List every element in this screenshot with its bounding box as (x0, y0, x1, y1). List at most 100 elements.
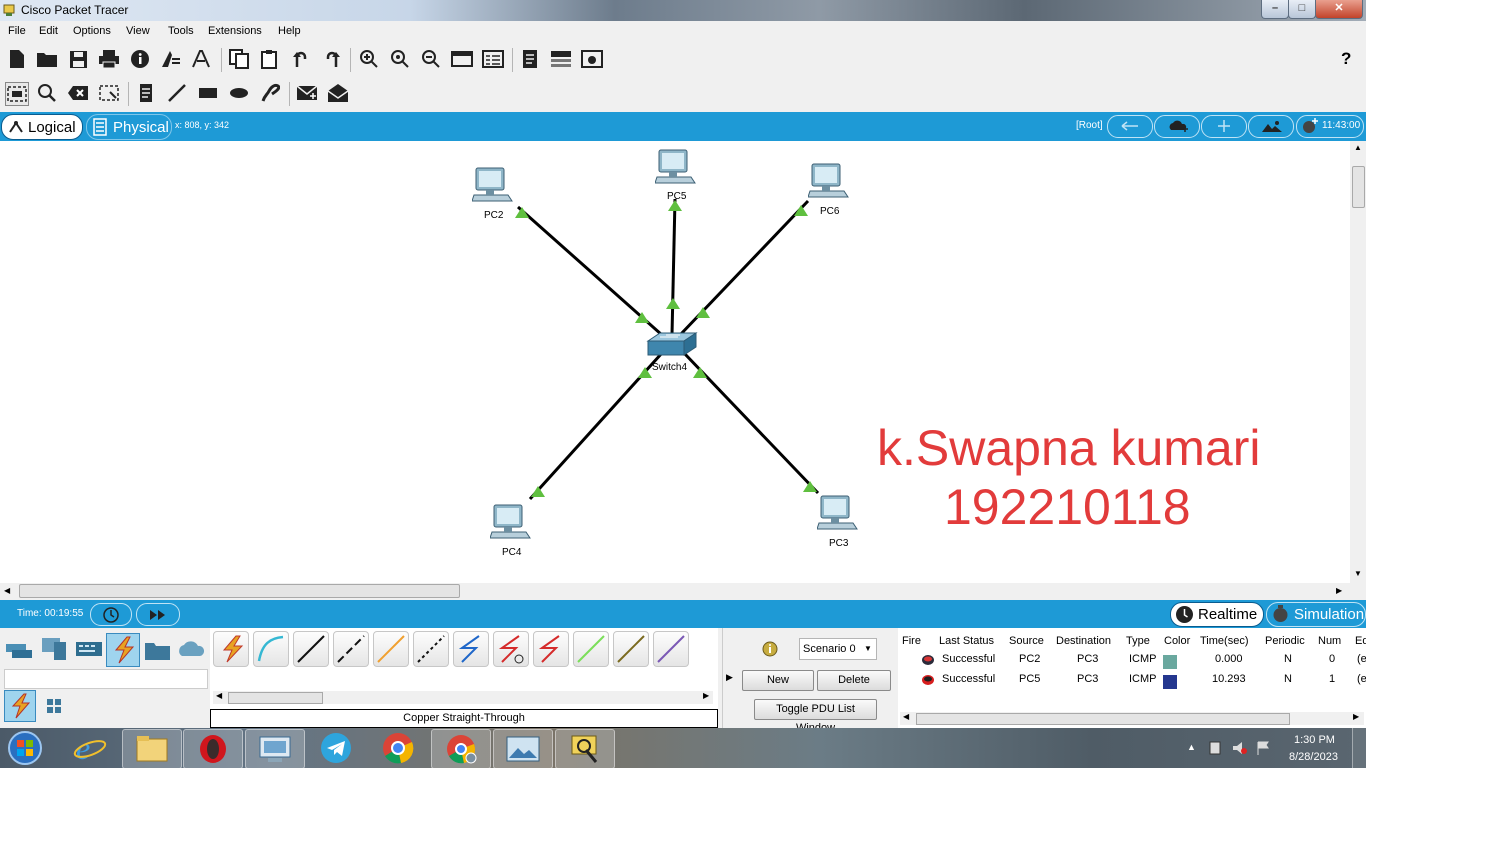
text-icon[interactable] (191, 48, 213, 70)
scroll-up-icon[interactable]: ▲ (1354, 143, 1362, 152)
connections-icon[interactable] (106, 633, 140, 667)
menu-options[interactable]: Options (73, 25, 111, 37)
end-devices-icon[interactable] (40, 634, 70, 664)
ellipse-icon[interactable] (228, 82, 250, 104)
components-icon[interactable] (74, 634, 104, 664)
console-cable-icon[interactable] (253, 631, 289, 667)
column-header[interactable]: Num (1318, 635, 1341, 647)
file-explorer-icon[interactable] (122, 729, 182, 768)
note-icon[interactable] (519, 48, 541, 70)
menu-edit[interactable]: Edit (39, 25, 58, 37)
column-header[interactable]: Color (1164, 635, 1190, 647)
phone-cable-icon[interactable] (413, 631, 449, 667)
straight-through-cable-icon[interactable] (293, 631, 329, 667)
switch-icon[interactable] (646, 331, 698, 359)
tab-physical[interactable]: Physical (86, 114, 172, 140)
print-icon[interactable] (98, 48, 120, 70)
scroll-left-icon[interactable]: ◀ (903, 712, 909, 721)
table-row[interactable]: Successful PC2 PC3 ICMP 0.000 N 0 (e (898, 650, 1366, 670)
scroll-right-icon[interactable]: ▶ (703, 691, 709, 700)
start-orb-icon[interactable] (6, 730, 44, 766)
vertical-scroll-thumb[interactable] (1352, 166, 1365, 208)
chrome-icon[interactable] (369, 729, 427, 767)
telegram-icon[interactable] (307, 729, 365, 767)
tab-logical[interactable]: Logical (1, 114, 83, 140)
column-header[interactable]: Time(sec) (1200, 635, 1248, 647)
fire-icon[interactable] (921, 654, 935, 666)
scroll-down-icon[interactable]: ▼ (1354, 569, 1362, 578)
edit-cell[interactable]: (e (1357, 673, 1366, 685)
horizontal-scrollbar[interactable]: ◀ ▶ (0, 583, 1350, 599)
vertical-scrollbar[interactable]: ▲ ▼ (1350, 141, 1366, 583)
pc-icon[interactable] (817, 495, 859, 533)
chrome-profile-icon[interactable] (431, 729, 491, 768)
internet-explorer-icon[interactable]: e (61, 729, 119, 767)
save-icon[interactable] (67, 48, 89, 70)
help-button[interactable]: ? (1341, 49, 1351, 69)
annotation-name[interactable]: k.Swapna kumari (877, 419, 1261, 477)
line-icon[interactable] (166, 82, 188, 104)
paste-icon[interactable] (259, 48, 281, 70)
network-devices-icon[interactable] (4, 634, 34, 664)
taskbar-time[interactable]: 1:30 PM (1294, 734, 1335, 746)
back-button[interactable] (1107, 115, 1153, 138)
serial-dce-cable-icon[interactable] (493, 631, 529, 667)
cable-scroll-thumb[interactable] (228, 692, 323, 704)
power-cycle-button[interactable] (90, 603, 132, 626)
volume-muted-icon[interactable] (1232, 741, 1248, 755)
freeform-icon[interactable] (259, 82, 281, 104)
coaxial-cable-icon[interactable] (453, 631, 489, 667)
simulation-mode-button[interactable]: Simulation (1266, 602, 1366, 627)
menu-file[interactable]: File (8, 25, 26, 37)
copy-icon[interactable] (228, 48, 250, 70)
scroll-right-icon[interactable]: ▶ (1353, 712, 1359, 721)
link-pc5-switch[interactable] (670, 198, 677, 336)
show-hidden-icons-icon[interactable]: ▲ (1187, 742, 1196, 752)
info-icon[interactable] (129, 48, 151, 70)
usb-cable-icon[interactable] (653, 631, 689, 667)
cable-scrollbar[interactable]: ◀ ▶ (213, 691, 713, 704)
delete-scenario-button[interactable]: Delete (817, 670, 891, 691)
fast-forward-button[interactable] (136, 603, 180, 626)
column-header[interactable]: Ed (1355, 635, 1366, 647)
minimize-button[interactable]: – (1261, 0, 1289, 19)
delete-icon[interactable] (67, 82, 89, 104)
column-header[interactable]: Fire (902, 635, 921, 647)
new-icon[interactable] (6, 48, 28, 70)
toggle-pdu-list-button[interactable]: Toggle PDU List Window (754, 699, 877, 734)
zoom-reset-icon[interactable] (389, 48, 411, 70)
control-panel-icon[interactable] (245, 729, 305, 768)
activity-wizard-icon[interactable] (160, 48, 182, 70)
move-object-button[interactable] (1201, 115, 1247, 138)
connection-type-icon[interactable] (4, 690, 36, 722)
fiber-cable-icon[interactable] (373, 631, 409, 667)
multiuser-cloud-icon[interactable] (176, 634, 206, 664)
scroll-left-icon[interactable]: ◀ (216, 691, 222, 700)
clock-button[interactable]: 11:43:00 (1296, 115, 1364, 138)
packet-tracer-taskbar-icon[interactable] (555, 729, 615, 768)
menu-extensions[interactable]: Extensions (208, 25, 262, 37)
background-image-button[interactable] (1248, 115, 1294, 138)
misc-icon[interactable] (142, 634, 172, 664)
viewport-icon[interactable] (550, 48, 572, 70)
pc-icon[interactable] (472, 167, 514, 205)
panel-splitter[interactable]: ▶ (722, 628, 739, 728)
scroll-left-icon[interactable]: ◀ (4, 586, 10, 595)
table-row[interactable]: Successful PC5 PC3 ICMP 10.293 N 1 (e (898, 670, 1366, 690)
action-center-flag-icon[interactable] (1256, 741, 1270, 755)
crossover-cable-icon[interactable] (333, 631, 369, 667)
open-icon[interactable] (36, 48, 58, 70)
column-header[interactable]: Periodic (1265, 635, 1305, 647)
show-desktop-button[interactable] (1352, 728, 1366, 768)
place-note-icon[interactable] (135, 82, 157, 104)
horizontal-scroll-thumb[interactable] (19, 584, 460, 598)
serial-dte-cable-icon[interactable] (533, 631, 569, 667)
palette-icon[interactable] (451, 48, 473, 70)
scroll-right-icon[interactable]: ▶ (1336, 586, 1342, 595)
menu-help[interactable]: Help (278, 25, 301, 37)
screenshot-icon[interactable] (581, 48, 603, 70)
undo-icon[interactable] (290, 48, 312, 70)
simple-pdu-icon[interactable] (296, 82, 318, 104)
column-header[interactable]: Last Status (939, 635, 994, 647)
grid-view-icon[interactable] (44, 696, 64, 716)
